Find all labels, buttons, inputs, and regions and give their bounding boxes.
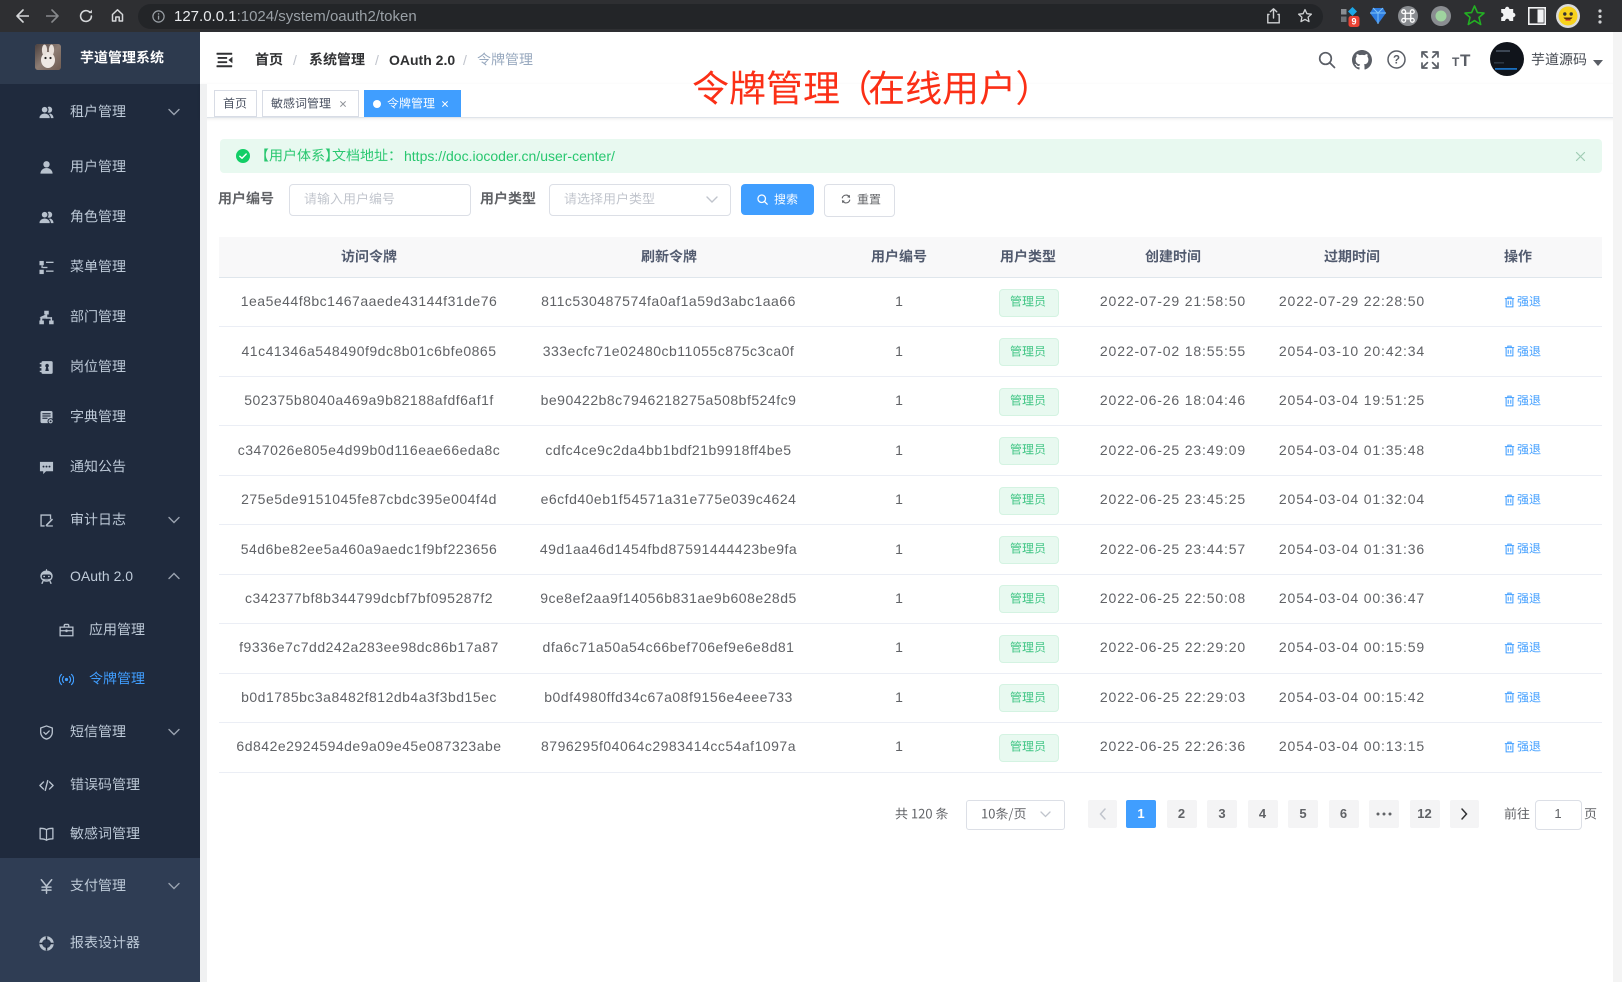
- svg-text:?: ?: [1393, 55, 1400, 67]
- svg-text:T: T: [1460, 51, 1471, 69]
- svg-text:9: 9: [1351, 17, 1356, 27]
- svg-text:T: T: [1452, 55, 1460, 69]
